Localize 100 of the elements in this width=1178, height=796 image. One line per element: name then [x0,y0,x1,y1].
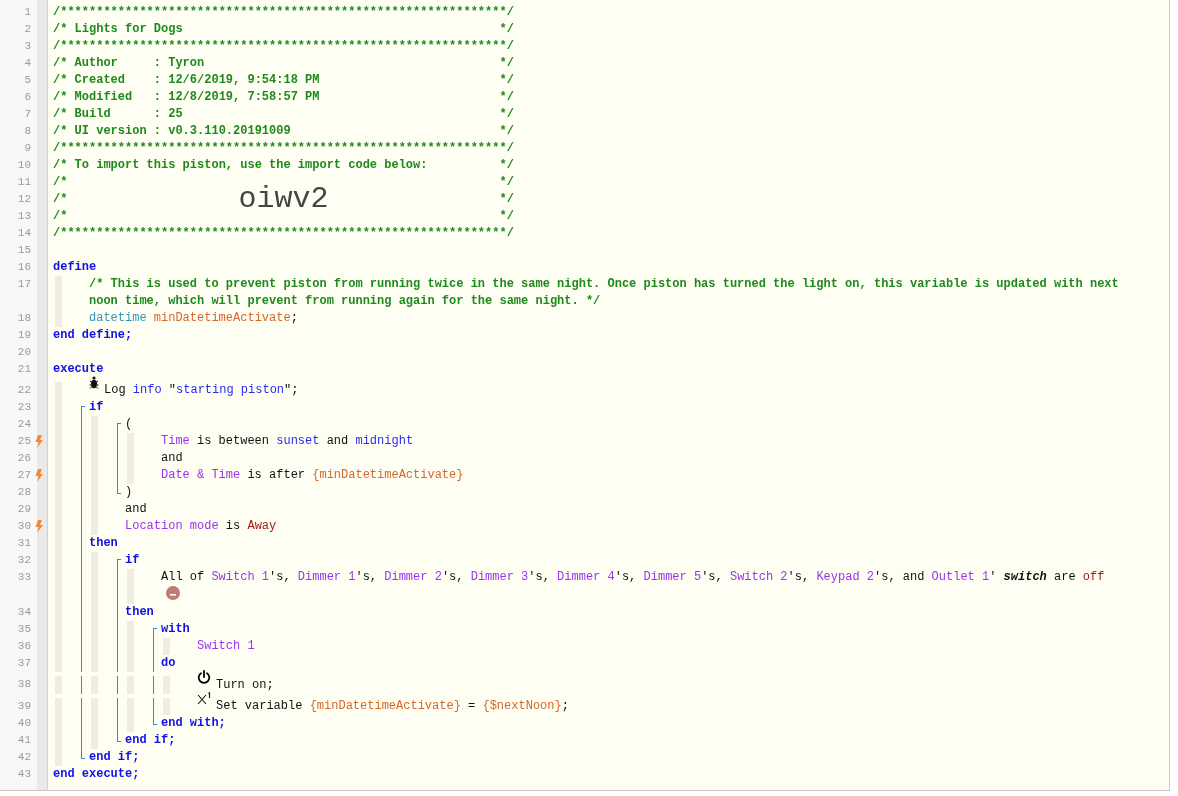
code-line: end execute; [53,767,140,781]
comment-text: /* Created : 12/6/2019, 9:54:18 PM [53,72,320,89]
comment-text: */ [499,174,514,191]
line-number: 26 [16,451,31,466]
line-number: 21 [16,362,31,377]
line-number: 42 [16,750,31,765]
line-number: 39 [16,699,31,714]
code-line: with [161,622,190,636]
comment-text: */ [499,21,514,38]
comment-text: /* To import this piston, use the import code below: [53,157,428,174]
line-number: 9 [23,141,31,156]
line-number: 22 [16,383,31,398]
line-number: 30 [16,519,31,534]
code-line: and [161,451,183,465]
comment-text: */ [499,106,514,123]
code-line: ( [125,417,133,431]
line-number: 33 [16,570,31,585]
line-number: 36 [16,639,31,654]
code-line: then [125,605,154,619]
code-line: All of Switch 1's, Dimmer 1's, Dimmer 2's, Dimmer 3's, Dimmer 4's, Dimmer 5's, Switch 2's, Keypad 2's, and Outlet 1' switch are off [161,570,1105,584]
code-line: if [89,400,104,414]
code-line: Turn on; [216,678,274,692]
code-line: end if; [125,733,176,747]
line-number: 31 [16,536,31,551]
line-number: 1 [23,5,31,20]
variable-icon [197,692,211,705]
code-line: and [125,502,147,516]
code-line: /* This is used to prevent piston from running twice in the same night. Once piston has turned the light on, this variable is updated with next noon time, which will prevent from running again for the same night. */ [89,277,1120,308]
power-icon [197,670,211,684]
code-line: Location mode is Away [125,519,277,533]
comment-text: /**************************************************************/ [53,38,514,55]
line-number: 40 [16,716,31,731]
code-line: end define; [53,328,133,342]
line-number: 16 [16,260,31,275]
comment-text: /* Modified : 12/8/2019, 7:58:57 PM [53,89,320,106]
code-line: Set variable {minDatetimeActivate} = {$nextNoon}; [216,699,569,713]
comment-text: /* UI version : v0.3.110.20191009 [53,123,291,140]
line-number: 18 [16,311,31,326]
line-number: 6 [23,90,31,105]
code-line: Switch 1 [197,639,255,653]
line-number: 10 [16,158,31,173]
comment-text: */ [499,72,514,89]
code-line: Log info "starting piston"; [104,383,299,397]
comment-text: /**************************************************************/ [53,4,514,21]
line-number: 12 [16,192,31,207]
line-number: 17 [16,277,31,292]
code-line: Time is between sunset and midnight [161,434,414,448]
comment-text: */ [499,123,514,140]
line-number: 34 [16,605,31,620]
comment-text: /* [53,174,68,191]
line-number: 4 [23,56,31,71]
line-number: 5 [23,73,31,88]
comment-text: /**************************************************************/ [53,225,514,242]
code-line: do [161,656,176,670]
line-number: 24 [16,417,31,432]
comment-text: */ [499,191,514,208]
line-number: 29 [16,502,31,517]
line-number: 38 [16,677,31,692]
comment-text: /* [53,191,68,208]
line-number: 43 [16,767,31,782]
line-number: 35 [16,622,31,637]
code-line: if [125,553,140,567]
line-number: 11 [16,175,31,190]
code-line: ) [125,485,133,499]
line-number: 15 [16,243,31,258]
bracket-line [117,676,121,694]
comment-text: /* Build : 25 [53,106,183,123]
import-code: oiwv2 [238,186,329,212]
remove-icon[interactable] [166,586,180,600]
code-line: Date & Time is after {minDatetimeActivate} [161,468,464,482]
line-number: 3 [23,39,31,54]
line-number: 32 [16,553,31,568]
bracket-line [153,676,157,694]
line-number: 41 [16,733,31,748]
code-line: define [53,260,97,274]
bug-icon [89,376,99,389]
line-number: 8 [23,124,31,139]
line-number: 37 [16,656,31,671]
comment-text: */ [499,55,514,72]
line-number: 25 [16,434,31,449]
comment-text: /* Lights for Dogs [53,21,183,38]
code-line: execute [53,362,104,376]
comment-text: */ [499,208,514,225]
line-number: 13 [16,209,31,224]
comment-text: /**************************************************************/ [53,140,514,157]
line-number: 14 [16,226,31,241]
bracket-line [81,676,85,694]
comment-text: /* [53,208,68,225]
comment-text: /* Author : Tyron [53,55,205,72]
line-number: 7 [23,107,31,122]
line-number: 2 [23,22,31,37]
comment-text: */ [499,89,514,106]
comment-text: */ [499,157,514,174]
line-number: 27 [16,468,31,483]
line-number: 20 [16,345,31,360]
line-number: 19 [16,328,31,343]
code-line: end with; [161,716,226,730]
code-line: datetime minDatetimeActivate; [89,311,298,325]
code-line: then [89,536,118,550]
line-number: 28 [16,485,31,500]
